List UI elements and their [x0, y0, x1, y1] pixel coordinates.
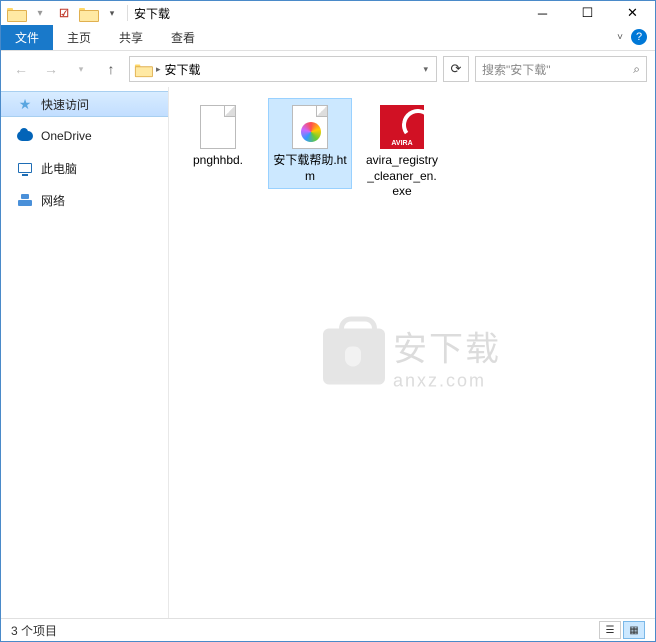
file-name: avira_registry_cleaner_en.exe	[365, 153, 439, 200]
qat-dropdown-icon[interactable]: ▾	[101, 2, 123, 24]
qat-folder-icon[interactable]	[5, 2, 27, 24]
sidebar-item-label: OneDrive	[41, 129, 92, 143]
cloud-icon	[17, 128, 33, 144]
minimize-button[interactable]: ─	[520, 1, 565, 25]
statusbar: 3 个项目 ☰ ▦	[1, 618, 655, 641]
sidebar-item-network[interactable]: 网络	[1, 187, 168, 213]
help-icon[interactable]: ?	[631, 29, 647, 45]
sidebar: ★ 快速访问 OneDrive 此电脑 网络	[1, 87, 169, 618]
breadcrumb[interactable]: ▸ 安下载 ▾	[129, 56, 437, 82]
close-button[interactable]: ✕	[610, 1, 655, 25]
file-item[interactable]: 安下载帮助.htm	[269, 99, 351, 188]
qat-separator: ▾	[29, 2, 51, 24]
file-blank-icon	[194, 103, 242, 151]
watermark-cn: 安下载	[393, 321, 501, 370]
sidebar-item-label: 快速访问	[41, 96, 89, 113]
tab-share[interactable]: 共享	[105, 25, 157, 50]
breadcrumb-folder-icon	[135, 63, 151, 76]
back-button[interactable]: ←	[9, 57, 33, 81]
view-switcher: ☰ ▦	[599, 621, 645, 639]
watermark-bag-icon	[323, 328, 385, 384]
breadcrumb-dropdown-icon[interactable]: ▾	[423, 64, 428, 75]
up-button[interactable]: ↑	[99, 57, 123, 81]
sidebar-item-label: 此电脑	[41, 160, 77, 177]
sidebar-item-label: 网络	[41, 192, 65, 209]
search-icon: ⌕	[633, 62, 640, 77]
status-count: 3 个项目	[11, 622, 57, 639]
file-item[interactable]: pnghhbd.	[177, 99, 259, 173]
watermark-en: anxz.com	[393, 370, 501, 391]
file-htm-icon	[286, 103, 334, 151]
sidebar-item-quickaccess[interactable]: ★ 快速访问	[1, 91, 168, 117]
network-icon	[17, 192, 33, 208]
file-name: pnghhbd.	[193, 153, 243, 169]
file-item[interactable]: AVIRA avira_registry_cleaner_en.exe	[361, 99, 443, 204]
sidebar-item-onedrive[interactable]: OneDrive	[1, 123, 168, 149]
chevron-right-icon[interactable]: ▸	[156, 64, 161, 75]
file-name: 安下载帮助.htm	[273, 153, 347, 184]
qat-properties-icon[interactable]: ☑	[53, 2, 75, 24]
tab-view[interactable]: 查看	[157, 25, 209, 50]
refresh-button[interactable]: ⟳	[443, 56, 469, 82]
maximize-button[interactable]: ☐	[565, 1, 610, 25]
content-area: ★ 快速访问 OneDrive 此电脑 网络 pnghhbd. 安下载帮助.ht…	[1, 87, 655, 618]
titlebar: ▾ ☑ ▾ 安下载 ─ ☐ ✕	[1, 1, 655, 25]
star-icon: ★	[17, 96, 33, 112]
ribbon-tabs: 文件 主页 共享 查看 ˅ ?	[1, 25, 655, 51]
search-input[interactable]: 搜索"安下载" ⌕	[475, 56, 647, 82]
tab-file[interactable]: 文件	[1, 25, 53, 50]
window-controls: ─ ☐ ✕	[520, 1, 655, 25]
view-details-button[interactable]: ☰	[599, 621, 621, 639]
tab-home[interactable]: 主页	[53, 25, 105, 50]
window-title: 安下载	[128, 5, 520, 22]
file-exe-icon: AVIRA	[378, 103, 426, 151]
qat-folder-icon-2[interactable]	[77, 2, 99, 24]
forward-button[interactable]: →	[39, 57, 63, 81]
recent-dropdown-icon[interactable]: ▾	[69, 57, 93, 81]
ribbon-expand-icon[interactable]: ˅	[617, 32, 623, 43]
monitor-icon	[17, 160, 33, 176]
file-view[interactable]: pnghhbd. 安下载帮助.htm AVIRA avira_registry_…	[169, 87, 655, 618]
watermark: 安下载 anxz.com	[323, 321, 501, 391]
search-placeholder: 搜索"安下载"	[482, 61, 551, 78]
breadcrumb-current[interactable]: 安下载	[165, 61, 201, 78]
view-icons-button[interactable]: ▦	[623, 621, 645, 639]
navbar: ← → ▾ ↑ ▸ 安下载 ▾ ⟳ 搜索"安下载" ⌕	[1, 51, 655, 87]
sidebar-item-thispc[interactable]: 此电脑	[1, 155, 168, 181]
quick-access-toolbar: ▾ ☑ ▾	[1, 2, 127, 24]
